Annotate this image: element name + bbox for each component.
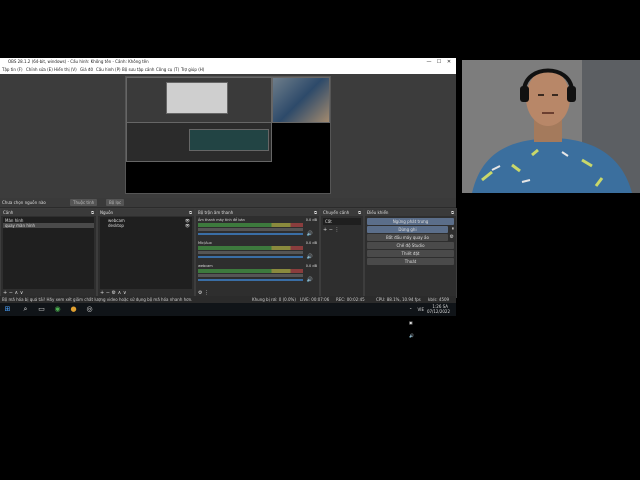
cpu-usage: CPU: 88.1%, 10.94 fps [376,297,421,302]
nested-mixer [189,129,269,151]
mixer-channel: webcam 0.0 dB 🔊 [198,264,317,286]
taskbar: ⊞ ⌕ ▭ ◉ ● ◎ ⌃ ▣ 🔊 VIE 1:26 SA 07/12/2022 [0,303,456,338]
volume-slider[interactable] [198,279,303,281]
channel-name: Mic/Aux [198,241,212,245]
source-item[interactable]: desktop [100,223,192,228]
window-title: OBS 28.1.2 (64-bit, windows) - Cấu hình:… [8,59,149,64]
webcam-person-image [462,60,640,193]
menu-file[interactable]: Tập tin (F) [2,66,23,74]
source-toolbar: Chưa chọn nguồn nào Thuộc tính Bộ lọc [0,198,456,207]
bitrate: kb/s: 4509 [428,297,450,302]
mixer-title: Bộ trộn âm thanh ⧉ [196,209,319,216]
chrome-icon[interactable]: ◉ [52,304,63,315]
transitions-dock: Chuyển cảnh ⧉ Cắt + − ⋮ [320,208,364,298]
channel-db: 0.0 dB [305,218,317,222]
scene-item[interactable]: quay màn hình [3,223,94,228]
obs-icon[interactable]: ◎ [84,304,95,315]
webcam-feed [462,60,640,193]
title-bar: OBS 28.1.2 (64-bit, windows) - Cấu hình:… [0,58,456,66]
level-meter [198,223,303,227]
webcam-thumbnail [272,77,330,123]
mixer-dock: Bộ trộn âm thanh ⧉ Âm thanh máy tính để b… [195,208,320,298]
channel-name: webcam [198,264,213,268]
no-source-label: Chưa chọn nguồn nào [2,200,46,205]
tray-icons[interactable]: ⌃ ▣ 🔊 [409,303,414,342]
close-button[interactable]: ✕ [444,58,454,66]
settings-button[interactable]: Thiết đặt [367,250,454,257]
level-meter [198,251,303,254]
stop-recording-button[interactable]: Dừng ghi [367,226,448,233]
volume-slider[interactable] [198,256,303,258]
controls-title: Điều khiển ⧉ [365,209,456,216]
level-meter [198,246,303,250]
scenes-title: Cảnh ⧉ [1,209,96,216]
channel-name: Âm thanh máy tính để bàn [198,218,245,222]
sources-list: webcam desktop 👁 👁 [100,217,192,289]
windows-start-icon[interactable]: ⊞ [2,304,13,315]
stop-streaming-button[interactable]: Ngừng phát trưng [367,218,454,225]
clock-date[interactable]: 07/12/2022 [427,309,450,314]
mixer-channel: Mic/Aux 0.0 dB 🔊 [198,241,317,263]
speaker-icon[interactable]: 🔊 [307,231,313,237]
maximize-button[interactable]: ☐ [434,58,444,66]
menu-help[interactable]: Trợ giúp (H) [181,66,204,74]
transitions-title: Chuyển cảnh ⧉ [321,209,363,216]
menu-profile[interactable]: Cấu hình (P) [96,66,121,74]
scenes-list: Màn hình quay màn hình [3,217,94,289]
level-meter [198,228,303,231]
transition-select[interactable]: Cắt [323,218,361,225]
level-meter [198,269,303,273]
volume-slider[interactable] [198,233,303,235]
channel-db: 0.0 dB [305,264,317,268]
search-icon[interactable]: ⌕ [20,304,31,315]
menu-scene-collection[interactable]: Bộ sưu tập cảnh [122,66,154,74]
properties-button[interactable]: Thuộc tính [70,199,98,206]
exit-button[interactable]: Thoát [367,258,454,265]
menu-edit[interactable]: Chỉnh sửa (E) [26,66,53,74]
transition-buttons[interactable]: + − ⋮ [323,227,340,233]
sources-dock: Nguồn ⧉ webcam desktop 👁 👁 + − ⚙ ∧ ∨ [97,208,195,298]
dropped-frames: Khung bị rơi: 0 (0.0%) [252,297,296,302]
gear-icon[interactable]: ⚙ [450,234,454,240]
status-bar: Bộ mã hóa bị quá tải! Hãy xem xét giảm c… [0,296,456,303]
eye-icon[interactable]: 👁 [185,223,190,228]
menu-tools[interactable]: Công cụ (T) [156,66,179,74]
preview-area[interactable] [0,74,456,198]
menu-dock[interactable]: Giá đỡ [80,66,93,74]
speaker-icon[interactable]: 🔊 [307,277,313,283]
pause-icon[interactable]: ⏸ [451,226,454,232]
speaker-icon[interactable]: 🔊 [307,254,313,260]
rec-time: REC: 00:02:45 [336,297,365,302]
menu-view[interactable]: Hiển thị (V) [54,66,77,74]
level-meter [198,274,303,277]
live-time: LIVE: 00:07:06 [300,297,330,302]
channel-db: 0.0 dB [305,241,317,245]
minimize-button[interactable]: — [424,58,434,66]
language-indicator[interactable]: VIE [418,303,424,316]
controls-dock: Điều khiển ⧉ Ngừng phát trưng Dừng ghi ⏸ … [364,208,457,298]
studio-mode-button[interactable]: Chế độ Studio [367,242,454,249]
mixer-channel: Âm thanh máy tính để bàn 0.0 dB 🔊 [198,218,317,240]
nested-window [166,82,228,114]
app-icon[interactable]: ● [68,304,79,315]
filters-button[interactable]: Bộ lọc [106,199,125,206]
task-view-icon[interactable]: ▭ [36,304,47,315]
obs-window: OBS 28.1.2 (64-bit, windows) - Cấu hình:… [0,58,457,303]
encoder-warning: Bộ mã hóa bị quá tải! Hãy xem xét giảm c… [2,297,193,302]
menu-bar: Tập tin (F) Chỉnh sửa (E) Hiển thị (V) G… [0,66,456,74]
sources-title: Nguồn ⧉ [98,209,194,216]
scenes-dock: Cảnh ⧉ Màn hình quay màn hình + − ∧ ∨ [0,208,97,298]
start-virtual-camera-button[interactable]: Bắt đầu máy quay ảo [367,234,448,241]
preview-canvas[interactable] [125,76,331,194]
